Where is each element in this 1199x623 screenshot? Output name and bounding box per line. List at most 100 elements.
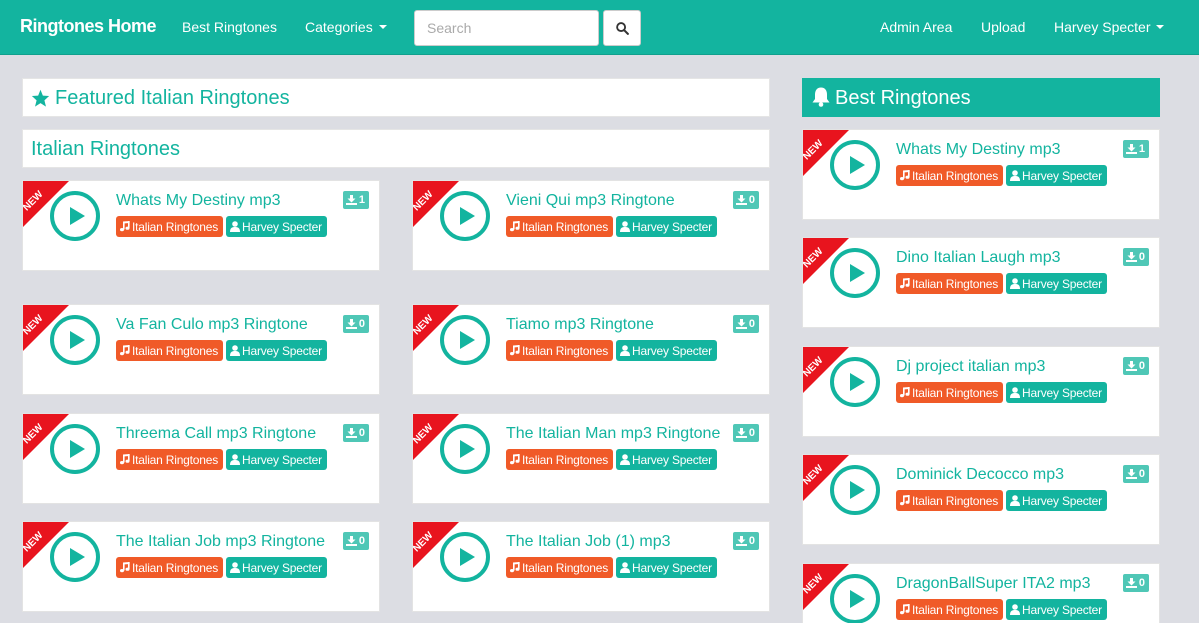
tag-row: Italian Ringtones Harvey Specter [506, 557, 717, 578]
user-tag[interactable]: Harvey Specter [226, 557, 327, 578]
user-tag[interactable]: Harvey Specter [1006, 490, 1107, 511]
play-button[interactable] [50, 532, 100, 582]
category-tag-label: Italian Ringtones [522, 343, 608, 358]
ringtone-card[interactable]: NEW Vieni Qui mp3 Ringtone 0 Italian Ringto… [412, 180, 770, 271]
music-note-icon [510, 221, 520, 232]
play-button[interactable] [440, 315, 490, 365]
ringtone-card[interactable]: NEW Whats My Destiny mp3 1 Italian Ringtone… [802, 129, 1160, 220]
user-tag[interactable]: Harvey Specter [1006, 273, 1107, 294]
ringtone-card[interactable]: NEW Va Fan Culo mp3 Ringtone 0 Italian Ring… [22, 304, 380, 395]
ringtone-card[interactable]: NEW Tiamo mp3 Ringtone 0 Italian Ringtones H… [412, 304, 770, 395]
download-count-badge: 0 [732, 191, 759, 209]
nav-user-dropdown[interactable]: Harvey Specter [1054, 19, 1165, 35]
star-icon [31, 89, 50, 107]
nav-admin-area[interactable]: Admin Area [880, 19, 952, 35]
nav-categories-label: Categories [305, 19, 373, 35]
download-icon [1125, 469, 1137, 479]
play-button[interactable] [50, 424, 100, 474]
play-button[interactable] [830, 574, 880, 623]
download-count: 0 [748, 427, 755, 439]
ringtone-title-link[interactable]: The Italian Job mp3 Ringtone [116, 533, 325, 551]
play-icon [460, 548, 475, 566]
music-note-icon [120, 345, 130, 356]
ringtone-card[interactable]: NEW Threema Call mp3 Ringtone 0 Italian Rin… [22, 413, 380, 504]
category-tag[interactable]: Italian Ringtones [896, 165, 1003, 186]
category-tag[interactable]: Italian Ringtones [116, 557, 223, 578]
play-button[interactable] [440, 424, 490, 474]
user-icon [230, 345, 240, 356]
search-input[interactable] [414, 10, 599, 46]
play-button[interactable] [830, 465, 880, 515]
play-button[interactable] [50, 191, 100, 241]
tag-row: Italian Ringtones Harvey Specter [506, 449, 717, 470]
user-tag[interactable]: Harvey Specter [616, 557, 717, 578]
user-tag-label: Harvey Specter [242, 452, 322, 467]
user-tag-label: Harvey Specter [632, 219, 712, 234]
download-icon [345, 536, 357, 546]
tag-row: Italian Ringtones Harvey Specter [896, 599, 1107, 620]
ringtone-card[interactable]: NEW The Italian Man mp3 Ringtone 0 Italian … [412, 413, 770, 504]
user-tag[interactable]: Harvey Specter [616, 340, 717, 361]
music-note-icon [900, 170, 910, 181]
search-button[interactable] [603, 10, 641, 46]
category-tag[interactable]: Italian Ringtones [506, 557, 613, 578]
play-button[interactable] [440, 191, 490, 241]
user-icon [620, 562, 630, 573]
play-button[interactable] [830, 248, 880, 298]
ringtone-title-link[interactable]: Tiamo mp3 Ringtone [506, 316, 654, 334]
ringtone-title-link[interactable]: Dominick Decocco mp3 [896, 466, 1064, 484]
ringtone-card[interactable]: NEW DragonBallSuper ITA2 mp3 0 Italian Ring… [802, 563, 1160, 623]
play-button[interactable] [830, 357, 880, 407]
ringtone-title-link[interactable]: Dj project italian mp3 [896, 358, 1045, 376]
ringtone-title-link[interactable]: The Italian Job (1) mp3 [506, 533, 671, 551]
category-tag[interactable]: Italian Ringtones [896, 599, 1003, 620]
user-tag-label: Harvey Specter [1022, 602, 1102, 617]
nav-best-ringtones[interactable]: Best Ringtones [182, 19, 277, 35]
ringtone-title-link[interactable]: Threema Call mp3 Ringtone [116, 425, 316, 443]
download-count-badge: 0 [1122, 574, 1149, 592]
ringtone-card[interactable]: NEW Dj project italian mp3 0 Italian Ringto… [802, 346, 1160, 437]
ringtone-title-link[interactable]: Dino Italian Laugh mp3 [896, 249, 1061, 267]
play-icon [850, 264, 865, 282]
user-tag[interactable]: Harvey Specter [1006, 165, 1107, 186]
user-tag[interactable]: Harvey Specter [1006, 382, 1107, 403]
play-button[interactable] [830, 140, 880, 190]
ringtone-title-link[interactable]: Va Fan Culo mp3 Ringtone [116, 316, 308, 334]
nav-user-label: Harvey Specter [1054, 19, 1151, 35]
user-tag[interactable]: Harvey Specter [226, 340, 327, 361]
category-tag[interactable]: Italian Ringtones [506, 340, 613, 361]
category-tag[interactable]: Italian Ringtones [506, 449, 613, 470]
play-button[interactable] [50, 315, 100, 365]
user-tag[interactable]: Harvey Specter [226, 449, 327, 470]
ringtone-card[interactable]: NEW Dino Italian Laugh mp3 0 Italian Ringto… [802, 237, 1160, 328]
category-tag[interactable]: Italian Ringtones [896, 382, 1003, 403]
category-tag[interactable]: Italian Ringtones [896, 273, 1003, 294]
ringtone-card[interactable]: NEW Whats My Destiny mp3 1 Italian Ringtone… [22, 180, 380, 271]
category-tag[interactable]: Italian Ringtones [506, 216, 613, 237]
category-tag[interactable]: Italian Ringtones [116, 449, 223, 470]
nav-categories-dropdown[interactable]: Categories [305, 19, 387, 35]
ringtone-title-link[interactable]: Vieni Qui mp3 Ringtone [506, 192, 675, 210]
search-icon [615, 21, 629, 35]
download-count: 0 [748, 535, 755, 547]
ringtone-card[interactable]: NEW Dominick Decocco mp3 0 Italian Ringtone… [802, 454, 1160, 545]
ringtone-card[interactable]: NEW The Italian Job mp3 Ringtone 0 Italian … [22, 521, 380, 612]
download-icon [1125, 252, 1137, 262]
category-tag[interactable]: Italian Ringtones [116, 216, 223, 237]
user-tag[interactable]: Harvey Specter [616, 216, 717, 237]
category-tag[interactable]: Italian Ringtones [116, 340, 223, 361]
play-button[interactable] [440, 532, 490, 582]
user-tag[interactable]: Harvey Specter [616, 449, 717, 470]
ringtone-title-link[interactable]: DragonBallSuper ITA2 mp3 [896, 575, 1090, 593]
nav-upload[interactable]: Upload [981, 19, 1025, 35]
ringtone-title-link[interactable]: Whats My Destiny mp3 [116, 192, 280, 210]
ringtone-title-link[interactable]: Whats My Destiny mp3 [896, 141, 1060, 159]
user-icon [1010, 604, 1020, 615]
user-tag[interactable]: Harvey Specter [1006, 599, 1107, 620]
play-icon [70, 331, 85, 349]
user-tag[interactable]: Harvey Specter [226, 216, 327, 237]
ringtone-card[interactable]: NEW The Italian Job (1) mp3 0 Italian Ringt… [412, 521, 770, 612]
category-tag[interactable]: Italian Ringtones [896, 490, 1003, 511]
brand-link[interactable]: Ringtones Home [20, 16, 157, 37]
ringtone-title-link[interactable]: The Italian Man mp3 Ringtone [506, 425, 720, 443]
